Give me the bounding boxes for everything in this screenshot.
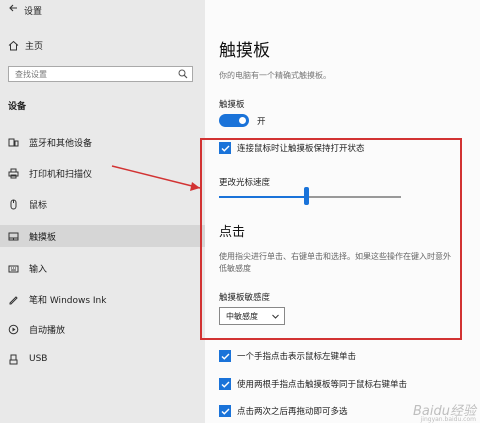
annotation-highlight-box	[200, 138, 462, 340]
watermark-sub: jingyan.baidu.com	[420, 416, 476, 423]
